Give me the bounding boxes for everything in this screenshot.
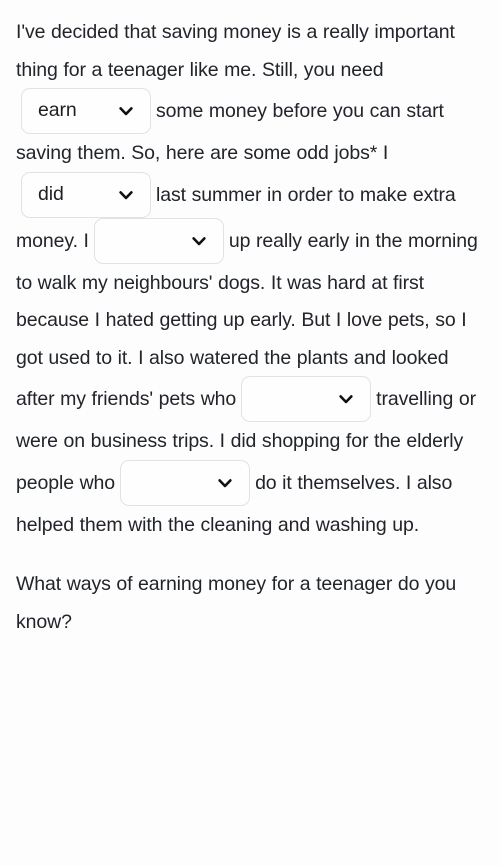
paragraph-1: I've decided that saving money is a real… xyxy=(16,14,484,544)
text-segment: I've decided that saving money is a real… xyxy=(16,21,455,81)
dropdown-2[interactable]: did xyxy=(21,171,151,218)
chevron-down-icon xyxy=(115,100,137,122)
dropdown-3[interactable] xyxy=(93,217,224,264)
cloze-exercise-container: I've decided that saving money is a real… xyxy=(0,0,500,866)
chevron-down-icon xyxy=(115,184,137,206)
text-segment: What ways of earning money for a teenage… xyxy=(16,573,457,633)
dropdown-4[interactable] xyxy=(241,376,372,422)
chevron-down-icon xyxy=(188,230,210,252)
dropdown-selected-value: earn xyxy=(38,99,77,122)
chevron-down-icon xyxy=(335,388,357,410)
chevron-down-icon xyxy=(214,472,236,494)
dropdown-1[interactable]: earn xyxy=(21,88,151,134)
dropdown-selected-value: did xyxy=(38,182,64,205)
dropdown-5[interactable] xyxy=(120,459,251,506)
paragraph-2: What ways of earning money for a teenage… xyxy=(16,566,484,641)
